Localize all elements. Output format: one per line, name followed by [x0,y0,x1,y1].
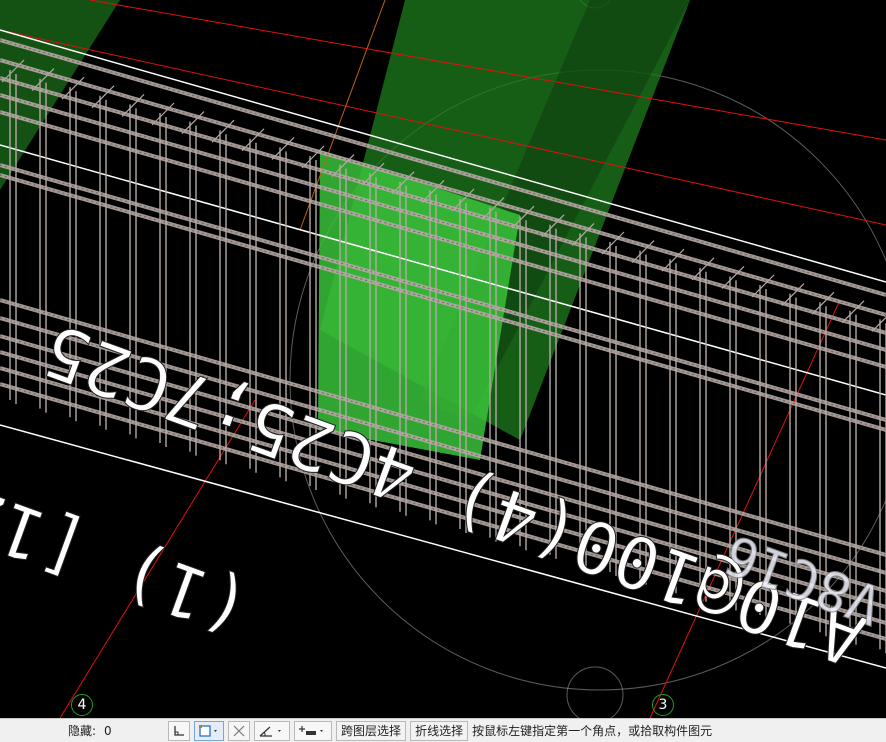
status-hint: 按鼠标左键指定第一个角点，或拾取构件图元 [472,724,713,738]
guide-circle-small [566,666,624,718]
angle-icon [259,726,282,737]
polyline-select-button[interactable]: 折线选择 [410,720,469,741]
3d-canvas[interactable]: A10@100(4) 4C25;7C25 (1) [1277] 350* V8C… [0,0,886,718]
axis-marker-4[interactable]: 4 [71,694,93,716]
orthogonal-icon [174,725,185,736]
rect-select-button[interactable] [194,720,225,741]
cross-layer-select-button[interactable]: 跨图层选择 [336,720,407,741]
cross-select-icon [233,725,245,736]
hidden-label: 隐藏: [68,724,97,738]
insert-button[interactable] [294,720,333,741]
rect-select-icon [199,724,218,737]
status-bar: 隐藏: 0 跨图层选择 折线选择 按鼠标左键指定第一个角点，或拾取构件图元 [0,718,886,742]
hidden-count: 0 [104,723,112,738]
orthogonal-button[interactable] [168,720,191,741]
cross-select-button[interactable] [228,720,251,741]
angle-button[interactable] [254,720,291,741]
axis-marker-3[interactable]: 3 [652,694,674,716]
rebar-3d-view: A10@100(4) 4C25;7C25 (1) [1277] 350* V8C… [0,0,886,718]
insert-icon [299,725,324,735]
